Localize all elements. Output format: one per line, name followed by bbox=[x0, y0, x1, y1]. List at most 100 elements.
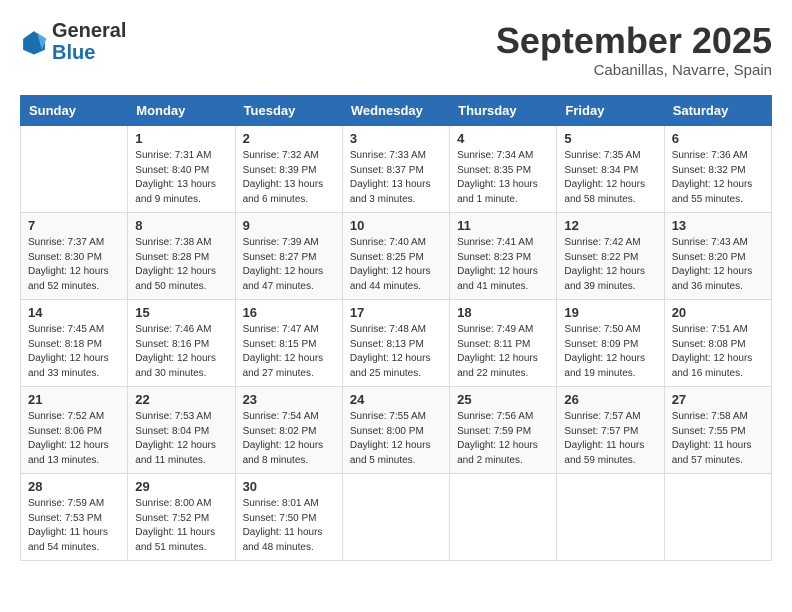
calendar-cell: 15Sunrise: 7:46 AMSunset: 8:16 PMDayligh… bbox=[128, 300, 235, 387]
day-number: 6 bbox=[672, 131, 764, 146]
logo-general: General bbox=[52, 20, 126, 42]
day-info: Sunrise: 7:31 AMSunset: 8:40 PMDaylight:… bbox=[135, 149, 227, 207]
day-info: Sunrise: 7:49 AMSunset: 8:11 PMDaylight:… bbox=[457, 323, 549, 381]
calendar-header-tuesday: Tuesday bbox=[235, 96, 342, 126]
calendar-cell: 28 Sunrise: 7:59 AMSunset: 7:53 PMDayligh… bbox=[21, 474, 128, 561]
day-number: 8 bbox=[135, 218, 227, 233]
calendar-cell: 11 Sunrise: 7:41 AMSunset: 8:23 PMDayligh… bbox=[450, 213, 557, 300]
day-number: 3 bbox=[350, 131, 442, 146]
day-info: Sunrise: 7:42 AMSunset: 8:22 PMDaylight:… bbox=[564, 236, 656, 294]
calendar-week-row: 28 Sunrise: 7:59 AMSunset: 7:53 PMDayligh… bbox=[21, 474, 772, 561]
calendar-header-row: SundayMondayTuesdayWednesdayThursdayFrid… bbox=[21, 96, 772, 126]
calendar-cell: 12Sunrise: 7:42 AMSunset: 8:22 PMDayligh… bbox=[557, 213, 664, 300]
day-number: 17 bbox=[350, 305, 442, 320]
day-info: Sunrise: 7:43 AMSunset: 8:20 PMDaylight:… bbox=[672, 236, 764, 294]
day-number: 9 bbox=[243, 218, 335, 233]
calendar-cell: 7 Sunrise: 7:37 AMSunset: 8:30 PMDaylight… bbox=[21, 213, 128, 300]
calendar-cell: 5 Sunrise: 7:35 AMSunset: 8:34 PMDaylight… bbox=[557, 126, 664, 213]
calendar-cell: 25 Sunrise: 7:56 AMSunset: 7:59 PMDayligh… bbox=[450, 387, 557, 474]
logo: General Blue bbox=[20, 20, 126, 64]
day-number: 16 bbox=[243, 305, 335, 320]
page-header: General Blue September 2025 Cabanillas, … bbox=[20, 20, 772, 79]
calendar-cell: 27Sunrise: 7:58 AMSunset: 7:55 PMDayligh… bbox=[664, 387, 771, 474]
day-number: 22 bbox=[135, 392, 227, 407]
day-number: 29 bbox=[135, 479, 227, 494]
calendar-cell: 1Sunrise: 7:31 AMSunset: 8:40 PMDaylight… bbox=[128, 126, 235, 213]
day-info: Sunrise: 7:33 AMSunset: 8:37 PMDaylight:… bbox=[350, 149, 442, 207]
day-info: Sunrise: 7:54 AMSunset: 8:02 PMDaylight:… bbox=[243, 410, 335, 468]
calendar-cell: 24 Sunrise: 7:55 AMSunset: 8:00 PMDayligh… bbox=[342, 387, 449, 474]
day-number: 24 bbox=[350, 392, 442, 407]
day-info: Sunrise: 7:59 AMSunset: 7:53 PMDaylight:… bbox=[28, 497, 120, 555]
calendar-cell: 19 Sunrise: 7:50 AMSunset: 8:09 PMDayligh… bbox=[557, 300, 664, 387]
day-info: Sunrise: 7:53 AMSunset: 8:04 PMDaylight:… bbox=[135, 410, 227, 468]
day-number: 23 bbox=[243, 392, 335, 407]
day-info: Sunrise: 7:55 AMSunset: 8:00 PMDaylight:… bbox=[350, 410, 442, 468]
calendar-week-row: 21Sunrise: 7:52 AMSunset: 8:06 PMDayligh… bbox=[21, 387, 772, 474]
calendar-cell: 21Sunrise: 7:52 AMSunset: 8:06 PMDayligh… bbox=[21, 387, 128, 474]
day-info: Sunrise: 7:36 AMSunset: 8:32 PMDaylight:… bbox=[672, 149, 764, 207]
calendar-cell: 17Sunrise: 7:48 AMSunset: 8:13 PMDayligh… bbox=[342, 300, 449, 387]
day-info: Sunrise: 7:58 AMSunset: 7:55 PMDaylight:… bbox=[672, 410, 764, 468]
day-number: 14 bbox=[28, 305, 120, 320]
calendar-cell: 8 Sunrise: 7:38 AMSunset: 8:28 PMDaylight… bbox=[128, 213, 235, 300]
day-info: Sunrise: 7:35 AMSunset: 8:34 PMDaylight:… bbox=[564, 149, 656, 207]
calendar-cell bbox=[557, 474, 664, 561]
calendar-cell bbox=[664, 474, 771, 561]
day-number: 11 bbox=[457, 218, 549, 233]
day-number: 26 bbox=[564, 392, 656, 407]
calendar-cell: 3 Sunrise: 7:33 AMSunset: 8:37 PMDaylight… bbox=[342, 126, 449, 213]
calendar-week-row: 14 Sunrise: 7:45 AMSunset: 8:18 PMDayligh… bbox=[21, 300, 772, 387]
calendar-week-row: 1Sunrise: 7:31 AMSunset: 8:40 PMDaylight… bbox=[21, 126, 772, 213]
calendar-cell: 16Sunrise: 7:47 AMSunset: 8:15 PMDayligh… bbox=[235, 300, 342, 387]
day-number: 25 bbox=[457, 392, 549, 407]
calendar-cell: 10 Sunrise: 7:40 AMSunset: 8:25 PMDayligh… bbox=[342, 213, 449, 300]
logo-blue: Blue bbox=[52, 42, 126, 64]
month-title: September 2025 bbox=[496, 20, 772, 62]
day-number: 5 bbox=[564, 131, 656, 146]
day-number: 28 bbox=[28, 479, 120, 494]
day-number: 13 bbox=[672, 218, 764, 233]
calendar-header-wednesday: Wednesday bbox=[342, 96, 449, 126]
day-info: Sunrise: 7:34 AMSunset: 8:35 PMDaylight:… bbox=[457, 149, 549, 207]
day-info: Sunrise: 7:51 AMSunset: 8:08 PMDaylight:… bbox=[672, 323, 764, 381]
calendar-cell: 20 Sunrise: 7:51 AMSunset: 8:08 PMDayligh… bbox=[664, 300, 771, 387]
calendar-header-sunday: Sunday bbox=[21, 96, 128, 126]
day-info: Sunrise: 7:50 AMSunset: 8:09 PMDaylight:… bbox=[564, 323, 656, 381]
calendar-cell bbox=[450, 474, 557, 561]
day-info: Sunrise: 7:52 AMSunset: 8:06 PMDaylight:… bbox=[28, 410, 120, 468]
calendar-cell: 18 Sunrise: 7:49 AMSunset: 8:11 PMDayligh… bbox=[450, 300, 557, 387]
day-info: Sunrise: 8:00 AMSunset: 7:52 PMDaylight:… bbox=[135, 497, 227, 555]
logo-text: General Blue bbox=[52, 20, 126, 64]
day-number: 30 bbox=[243, 479, 335, 494]
day-info: Sunrise: 7:57 AMSunset: 7:57 PMDaylight:… bbox=[564, 410, 656, 468]
day-number: 4 bbox=[457, 131, 549, 146]
day-number: 2 bbox=[243, 131, 335, 146]
day-info: Sunrise: 7:56 AMSunset: 7:59 PMDaylight:… bbox=[457, 410, 549, 468]
day-info: Sunrise: 7:40 AMSunset: 8:25 PMDaylight:… bbox=[350, 236, 442, 294]
calendar-cell: 23 Sunrise: 7:54 AMSunset: 8:02 PMDayligh… bbox=[235, 387, 342, 474]
day-info: Sunrise: 7:38 AMSunset: 8:28 PMDaylight:… bbox=[135, 236, 227, 294]
logo-icon bbox=[20, 28, 48, 56]
calendar-cell: 2Sunrise: 7:32 AMSunset: 8:39 PMDaylight… bbox=[235, 126, 342, 213]
location: Cabanillas, Navarre, Spain bbox=[496, 62, 772, 79]
calendar-cell: 6 Sunrise: 7:36 AMSunset: 8:32 PMDaylight… bbox=[664, 126, 771, 213]
calendar-cell: 9 Sunrise: 7:39 AMSunset: 8:27 PMDaylight… bbox=[235, 213, 342, 300]
day-number: 7 bbox=[28, 218, 120, 233]
calendar-header-thursday: Thursday bbox=[450, 96, 557, 126]
day-number: 18 bbox=[457, 305, 549, 320]
day-info: Sunrise: 7:39 AMSunset: 8:27 PMDaylight:… bbox=[243, 236, 335, 294]
calendar-header-friday: Friday bbox=[557, 96, 664, 126]
day-number: 20 bbox=[672, 305, 764, 320]
calendar-cell: 4 Sunrise: 7:34 AMSunset: 8:35 PMDaylight… bbox=[450, 126, 557, 213]
calendar-cell: 22 Sunrise: 7:53 AMSunset: 8:04 PMDayligh… bbox=[128, 387, 235, 474]
day-number: 10 bbox=[350, 218, 442, 233]
calendar-header-monday: Monday bbox=[128, 96, 235, 126]
day-info: Sunrise: 7:37 AMSunset: 8:30 PMDaylight:… bbox=[28, 236, 120, 294]
day-info: Sunrise: 8:01 AMSunset: 7:50 PMDaylight:… bbox=[243, 497, 335, 555]
day-info: Sunrise: 7:45 AMSunset: 8:18 PMDaylight:… bbox=[28, 323, 120, 381]
calendar-cell: 14 Sunrise: 7:45 AMSunset: 8:18 PMDayligh… bbox=[21, 300, 128, 387]
day-number: 19 bbox=[564, 305, 656, 320]
day-info: Sunrise: 7:41 AMSunset: 8:23 PMDaylight:… bbox=[457, 236, 549, 294]
day-info: Sunrise: 7:46 AMSunset: 8:16 PMDaylight:… bbox=[135, 323, 227, 381]
